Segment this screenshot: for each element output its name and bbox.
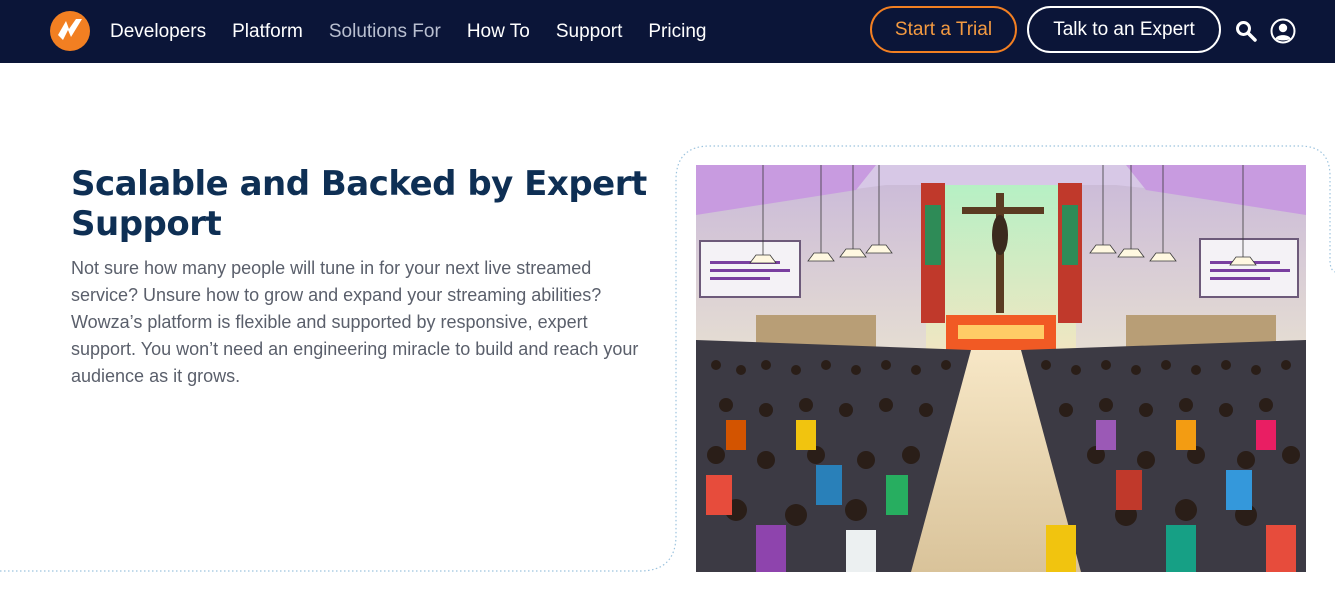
section-description: Not sure how many people will tune in fo…: [71, 258, 639, 386]
section-title: Scalable and Backed by Expert Support: [71, 164, 647, 244]
top-navigation-bar: Developers Platform Solutions For How To…: [0, 0, 1335, 63]
user-account-icon[interactable]: [1270, 18, 1296, 44]
nav-link-how-to[interactable]: How To: [467, 21, 530, 43]
nav-link-support[interactable]: Support: [556, 21, 623, 43]
main-nav-links: Developers Platform Solutions For How To…: [110, 0, 732, 63]
wowza-logo-icon[interactable]: [49, 10, 91, 52]
search-icon[interactable]: [1234, 19, 1258, 43]
start-trial-button[interactable]: Start a Trial: [870, 6, 1017, 53]
photo-illustration: [696, 165, 1306, 572]
nav-link-developers[interactable]: Developers: [110, 21, 206, 43]
nav-link-pricing[interactable]: Pricing: [648, 21, 706, 43]
talk-to-expert-button[interactable]: Talk to an Expert: [1027, 6, 1221, 53]
nav-link-solutions-for[interactable]: Solutions For: [329, 21, 441, 43]
nav-link-platform[interactable]: Platform: [232, 21, 303, 43]
church-congregation-photo: [696, 165, 1306, 572]
